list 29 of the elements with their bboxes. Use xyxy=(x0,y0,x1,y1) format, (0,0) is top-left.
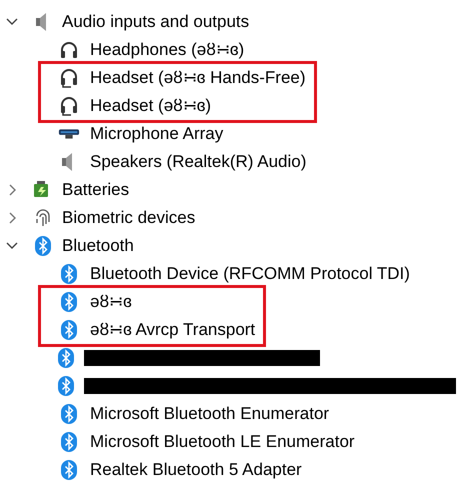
device-item[interactable]: əȣ∺ɞ Avrcp Transport xyxy=(90,317,256,343)
fingerprint-icon xyxy=(34,208,52,228)
headphones-icon xyxy=(59,40,79,60)
bluetooth-icon xyxy=(58,376,74,396)
bluetooth-icon xyxy=(61,404,77,424)
category-item[interactable]: Audio inputs and outputs xyxy=(62,9,250,35)
bluetooth-icon xyxy=(35,236,51,256)
device-item[interactable]: Headphones (əȣ∺ɞ) xyxy=(90,37,244,63)
bluetooth-icon xyxy=(61,460,77,480)
device-item[interactable]: əȣ∺ɞ xyxy=(90,289,132,315)
bluetooth-icon xyxy=(58,348,74,368)
headset-icon xyxy=(59,67,79,89)
microphone-array-icon xyxy=(58,127,80,141)
device-item[interactable]: Realtek Bluetooth 5 Adapter xyxy=(90,457,302,483)
device-item[interactable]: Bluetooth Device (RFCOMM Protocol TDI) xyxy=(90,261,410,287)
device-item[interactable]: Headset (əȣ∺ɞ) xyxy=(90,93,212,119)
bluetooth-icon xyxy=(61,320,77,340)
device-item[interactable]: Microsoft Bluetooth LE Enumerator xyxy=(90,429,355,455)
headset-icon xyxy=(59,95,79,117)
bluetooth-icon xyxy=(61,292,77,312)
device-item[interactable]: Speakers (Realtek(R) Audio) xyxy=(90,149,306,175)
device-item[interactable]: Microsoft Bluetooth Enumerator xyxy=(90,401,330,427)
bluetooth-icon xyxy=(61,264,77,284)
bluetooth-icon xyxy=(61,432,77,452)
device-item[interactable]: Microphone Array xyxy=(90,121,224,147)
category-item[interactable]: Batteries xyxy=(62,177,130,203)
category-item[interactable]: Biometric devices xyxy=(62,205,196,231)
category-item[interactable]: Bluetooth xyxy=(62,233,134,259)
device-item[interactable]: Headset (əȣ∺ɞ Hands-Free) xyxy=(90,65,306,91)
